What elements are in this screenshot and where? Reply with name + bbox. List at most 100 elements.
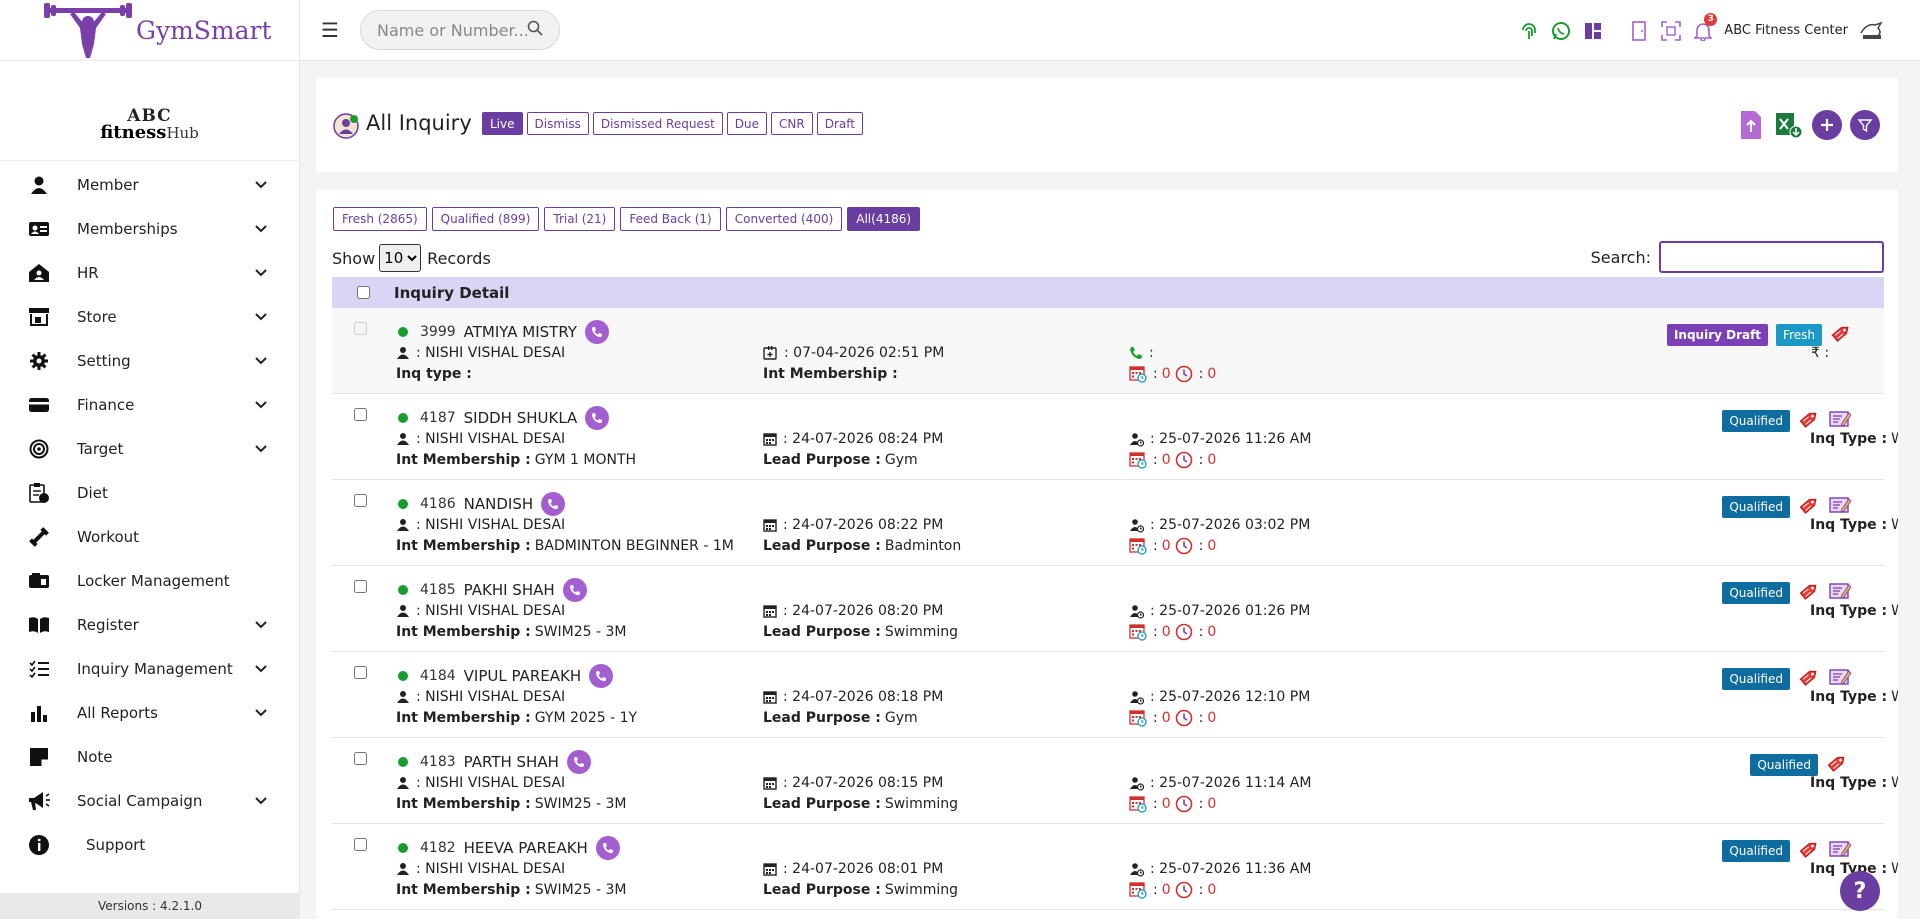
inquiry-name[interactable]: PARTH SHAH [464,753,559,771]
sidebar-item-register[interactable]: Register [0,603,299,647]
price-tag-icon[interactable] [1798,580,1820,606]
upload-file-icon[interactable] [1736,110,1766,140]
phone-call-icon[interactable] [585,406,610,430]
filter-tab[interactable]: Qualified (899) [431,207,540,231]
chevron-down-icon[interactable] [253,222,269,236]
inquiry-name[interactable]: SIDDH SHUKLA [464,409,578,427]
chevron-down-icon[interactable] [253,442,269,456]
chevron-down-icon[interactable] [253,618,269,632]
status-badge[interactable]: Qualified [1722,410,1790,432]
status-badge[interactable]: Qualified [1722,496,1790,518]
status-tab-draft[interactable]: Draft [816,112,863,135]
status-tab-dismissed-request[interactable]: Dismissed Request [592,112,723,135]
edit-note-icon[interactable] [1828,495,1852,519]
sidebar-item-target[interactable]: Target [0,427,299,471]
dashboard-layout-icon[interactable] [1582,20,1604,42]
add-inquiry-button[interactable] [1812,110,1842,140]
row-checkbox[interactable] [354,580,367,593]
select-all-checkbox[interactable] [356,286,370,299]
status-tab-due[interactable]: Due [726,112,768,135]
row-checkbox[interactable] [354,408,367,421]
sidebar-item-support[interactable]: Support [0,823,299,867]
sidebar-item-hr[interactable]: HR [0,251,299,295]
status-badge[interactable]: Qualified [1722,582,1790,604]
status-tab-cnr[interactable]: CNR [771,112,813,135]
inquiry-name[interactable]: NANDISH [464,495,533,513]
price-tag-icon[interactable] [1798,838,1820,864]
fingerprint-icon[interactable] [1518,20,1540,42]
price-tag-icon[interactable] [1798,408,1820,434]
global-search[interactable] [360,10,560,50]
edit-note-icon[interactable] [1828,839,1852,863]
door-icon[interactable] [1628,20,1650,42]
sidebar-item-note[interactable]: Note [0,735,299,779]
qr-scan-icon[interactable] [1660,20,1682,42]
status-badge[interactable]: Fresh [1776,324,1822,346]
sidebar-item-workout[interactable]: Workout [0,515,299,559]
sidebar-item-social-campaign[interactable]: Social Campaign [0,779,299,823]
chevron-down-icon[interactable] [253,706,269,720]
status-badge[interactable]: Qualified [1722,840,1790,862]
filter-tab[interactable]: Feed Back (1) [620,207,721,231]
inquiry-name[interactable]: PAKHI SHAH [464,581,555,599]
hamburger-menu-icon[interactable]: ☰ [300,18,360,42]
status-tab-live[interactable]: Live [482,112,523,135]
table-search-input[interactable] [1659,241,1884,273]
sidebar-item-finance[interactable]: Finance [0,383,299,427]
row-checkbox[interactable] [354,752,367,765]
sidebar-item-setting[interactable]: Setting [0,339,299,383]
row-checkbox[interactable] [354,666,367,679]
excel-export-icon[interactable] [1774,110,1804,140]
brand[interactable]: GymSmart [0,0,299,61]
sidebar-item-locker-management[interactable]: Locker Management [0,559,299,603]
filter-button[interactable] [1850,110,1880,140]
chevron-down-icon[interactable] [253,310,269,324]
filter-tab[interactable]: Trial (21) [544,207,616,231]
global-search-input[interactable] [377,20,527,40]
chevron-down-icon[interactable] [253,398,269,412]
chevron-down-icon[interactable] [253,178,269,192]
sidebar-item-member[interactable]: Member [0,163,299,207]
status-tab-dismiss[interactable]: Dismiss [526,112,589,135]
help-button[interactable]: ? [1840,871,1880,911]
status-badge[interactable]: Qualified [1722,668,1790,690]
phone-call-icon[interactable] [541,492,566,516]
status-badge[interactable]: Qualified [1750,754,1818,776]
center-name[interactable]: ABC Fitness Center [1724,23,1848,38]
price-tag-icon[interactable] [1830,322,1852,348]
chevron-down-icon[interactable] [253,266,269,280]
chevron-down-icon[interactable] [253,662,269,676]
sidebar-item-store[interactable]: Store [0,295,299,339]
row-checkbox[interactable] [354,494,367,507]
edit-note-icon[interactable] [1828,409,1852,433]
filter-tab[interactable]: Converted (400) [725,207,843,231]
phone-call-icon[interactable] [562,578,587,602]
search-icon[interactable] [527,20,543,40]
chevron-down-icon[interactable] [253,794,269,808]
page-size-select[interactable]: 10 [379,244,422,272]
phone-call-icon[interactable] [595,836,620,860]
edit-note-icon[interactable] [1828,581,1852,605]
chevron-down-icon[interactable] [253,354,269,368]
whatsapp-icon[interactable] [1550,20,1572,42]
sidebar-item-memberships[interactable]: Memberships [0,207,299,251]
edit-note-icon[interactable] [1828,667,1852,691]
price-tag-icon[interactable] [1798,666,1820,692]
inquiry-name[interactable]: ATMIYA MISTRY [464,323,577,341]
status-badge[interactable]: Inquiry Draft [1666,324,1769,346]
inquiry-name[interactable]: HEEVA PAREAKH [464,839,588,857]
filter-tab[interactable]: Fresh (2865) [333,207,427,231]
sidebar-item-diet[interactable]: Diet [0,471,299,515]
notification-bell-icon[interactable]: 3 [1692,12,1718,42]
phone-call-icon[interactable] [584,320,609,344]
price-tag-icon[interactable] [1798,494,1820,520]
center-logo-icon[interactable] [1858,20,1886,42]
phone-call-icon[interactable] [566,750,591,774]
inquiry-name[interactable]: VIPUL PAREAKH [464,667,581,685]
sidebar-item-all-reports[interactable]: All Reports [0,691,299,735]
row-checkbox[interactable] [354,838,367,851]
filter-tab[interactable]: All(4186) [847,207,921,231]
sidebar-item-inquiry-management[interactable]: Inquiry Management [0,647,299,691]
price-tag-icon[interactable] [1826,752,1848,778]
phone-call-icon[interactable] [589,664,614,688]
